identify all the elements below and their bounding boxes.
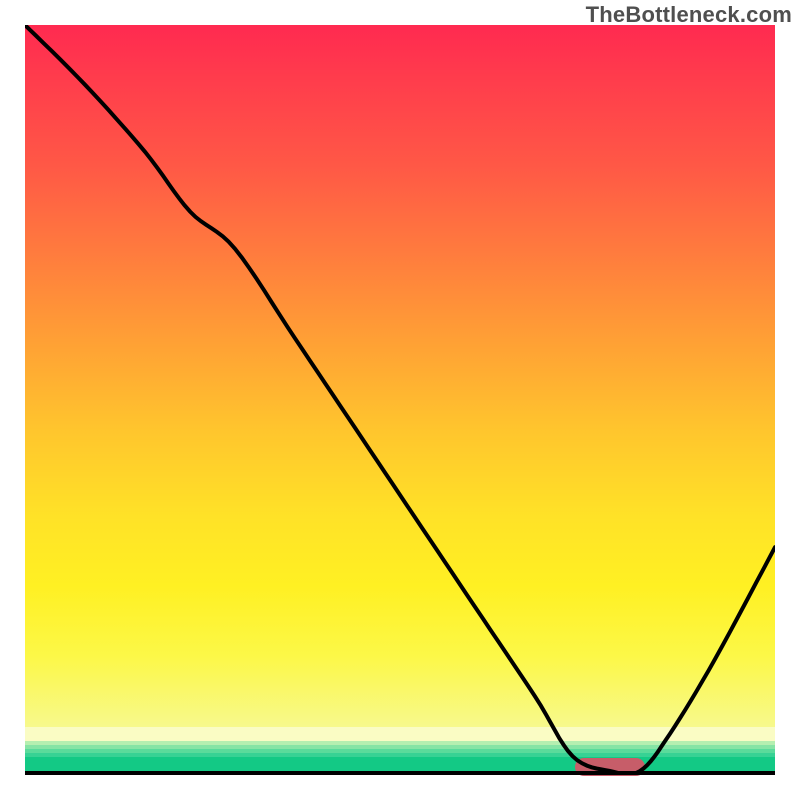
chart-root: TheBottleneck.com — [0, 0, 800, 800]
plot-area — [25, 25, 775, 775]
bg-gradient-warm — [25, 25, 775, 727]
baseline — [25, 771, 775, 775]
bg-gradient-pale — [25, 727, 775, 741]
bg-gradient-green — [25, 757, 775, 771]
